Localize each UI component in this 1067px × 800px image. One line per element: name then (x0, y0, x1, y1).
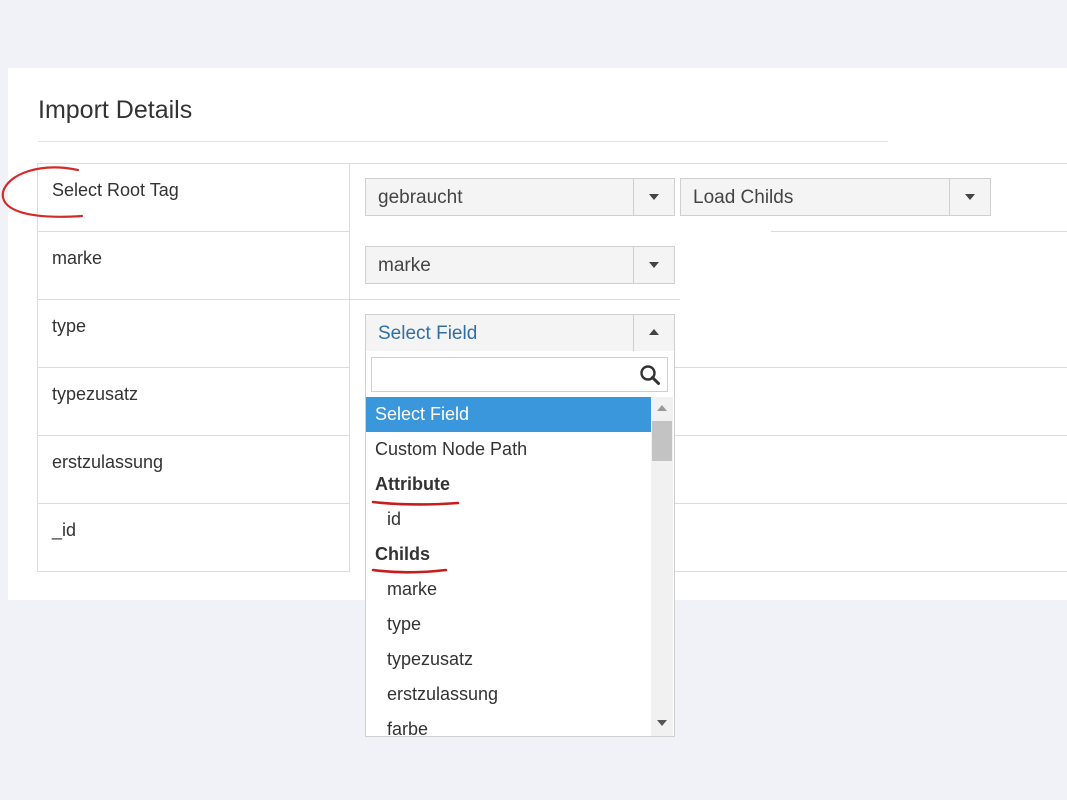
load-childs-value: Load Childs (693, 187, 794, 208)
row-label-marke: marke (52, 248, 103, 268)
dropdown-group-childs: Childs (375, 544, 431, 564)
root-tag-value: gebraucht (378, 187, 463, 208)
row-divider (37, 299, 680, 300)
row-divider (675, 435, 1067, 436)
row-divider (37, 231, 350, 232)
scroll-up-icon[interactable] (657, 405, 667, 411)
row-label-erstzulassung: erstzulassung (52, 452, 164, 472)
scrollbar-thumb[interactable] (652, 421, 672, 461)
type-field-dropdown: Select Field Custom Node Path Attribute … (365, 351, 675, 737)
dropdown-option-typezusatz[interactable]: typezusatz (366, 642, 651, 677)
dropdown-search-input[interactable] (371, 357, 668, 392)
dropdown-option-type[interactable]: type (366, 607, 651, 642)
panel-title: Import Details (38, 96, 193, 124)
title-divider (38, 141, 888, 142)
dropdown-option-id[interactable]: id (366, 502, 651, 537)
marke-field-toggle[interactable] (633, 247, 674, 283)
row-divider (675, 503, 1067, 504)
row-label-type: type (52, 316, 87, 336)
load-childs-select[interactable]: Load Childs (680, 178, 991, 216)
chevron-down-icon (649, 194, 659, 200)
chevron-down-icon (965, 194, 975, 200)
type-field-value: Select Field (378, 323, 478, 344)
scroll-down-icon[interactable] (657, 720, 667, 726)
row-label-select-root-tag: Select Root Tag (52, 180, 179, 200)
type-field-select[interactable]: Select Field (365, 314, 675, 352)
row-divider (675, 367, 1067, 368)
chevron-down-icon (649, 262, 659, 268)
row-divider (771, 231, 1067, 232)
row-divider (37, 503, 350, 504)
dropdown-options: Select Field Custom Node Path Attribute … (366, 397, 651, 736)
marke-field-select[interactable]: marke (365, 246, 675, 284)
row-divider (37, 163, 1067, 164)
dropdown-scrollbar[interactable] (651, 397, 673, 736)
dropdown-option-marke[interactable]: marke (366, 572, 651, 607)
row-label-typezusatz: typezusatz (52, 384, 139, 404)
row-divider (675, 571, 1067, 572)
dropdown-option-erstzulassung[interactable]: erstzulassung (366, 677, 651, 712)
chevron-up-icon (649, 329, 659, 335)
root-tag-toggle[interactable] (633, 179, 674, 215)
search-icon (639, 364, 661, 386)
marke-field-value: marke (378, 255, 431, 276)
type-field-toggle[interactable] (633, 315, 674, 351)
row-divider (37, 571, 350, 572)
load-childs-toggle[interactable] (949, 179, 990, 215)
dropdown-option-select-field[interactable]: Select Field (366, 397, 651, 432)
dropdown-option-farbe[interactable]: farbe (366, 712, 651, 736)
dropdown-option-custom-node-path[interactable]: Custom Node Path (366, 432, 651, 467)
row-divider (37, 367, 350, 368)
dropdown-group-attribute: Attribute (375, 474, 450, 494)
row-label-id: _id (52, 520, 77, 540)
row-divider (37, 435, 350, 436)
root-tag-select[interactable]: gebraucht (365, 178, 675, 216)
